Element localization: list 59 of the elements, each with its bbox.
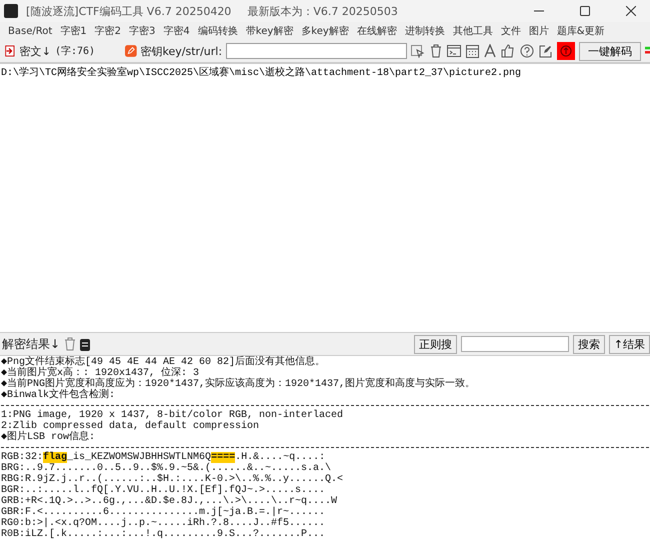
menu-item[interactable]: 在线解密	[352, 24, 401, 38]
menu-item[interactable]: 字密4	[159, 24, 194, 38]
menu-item[interactable]: 字密1	[56, 24, 91, 38]
output-line: ◆Binwalk文件包含检测:	[1, 390, 116, 401]
output-text: .H.&....~q....:	[235, 452, 326, 463]
output-line: RG0:b:>|.<x.q?OM....j..p.~.....iRh.?.8....J..#f5......	[1, 518, 326, 529]
menu-item[interactable]: Base/Rot	[4, 26, 56, 36]
menu-item[interactable]: 图片	[524, 24, 553, 38]
menu-item[interactable]: 编码转换	[194, 24, 242, 38]
output-text: _is_KEZWOMSWJBHHSWTLNM6Q	[67, 452, 212, 463]
close-icon[interactable]	[626, 6, 636, 16]
output-line: ◆当前PNG图片宽度和高度应为：1920*1437,实际应该高度为：1920*1437,图片宽度和高度与实际一致。	[1, 379, 476, 390]
highlighted-text: flag	[43, 452, 68, 463]
terminal-icon[interactable]	[447, 45, 462, 57]
decode-button[interactable]: 一键解码	[579, 42, 641, 60]
menu-item[interactable]: 字密3	[125, 24, 160, 38]
regex-search-button[interactable]: 正则搜	[414, 334, 457, 354]
output-line: GRB:+R<.1Q.>..>..6g.,...&D.$e.8J.,...\.>\....\..r~q....W	[1, 496, 338, 507]
letter-a-icon[interactable]	[484, 44, 496, 58]
calculator-icon[interactable]	[466, 44, 480, 58]
edit-icon[interactable]	[539, 44, 552, 58]
output-line: ◆当前图片宽x高：: 1920x1437, 位深: 3	[1, 368, 200, 379]
output-line: R0B:iLZ.[.k.....:...:...!.q.........9.S...?.......P...	[1, 529, 326, 540]
cursor-icon[interactable]	[411, 44, 426, 58]
output-line: 1:PNG image, 1920 x 1437, 8-bit/color RGB, non-interlaced	[1, 410, 344, 421]
menu-item[interactable]: 其他工具	[448, 24, 497, 38]
menu-item[interactable]: 带key解密	[242, 24, 298, 38]
output-line: BRG:..9.7.......0..5..9..$%.9.~5&.(......&..~.....s.a.\	[1, 463, 332, 474]
highlighted-text: ====	[211, 452, 236, 463]
upload-icon[interactable]	[557, 42, 576, 60]
output-line: BGR:..:.....l..fQ[.Y.VU..H..U.!X.[Ef].fQJ~.>.....s....	[1, 485, 326, 496]
pencil-icon[interactable]	[124, 44, 137, 58]
cipher-label: 密文↓	[20, 44, 51, 58]
import-icon[interactable]	[4, 44, 16, 58]
output-line: ◆图片LSB row信息:	[1, 432, 96, 443]
menu-item[interactable]: 文件	[496, 24, 525, 38]
window-title: [随波逐流]CTF编码工具 V6.7 20250420	[26, 4, 232, 18]
result-button[interactable]: ↑结果	[608, 334, 650, 354]
app-logo-icon	[4, 4, 18, 18]
output-line: GBR:F.<..........6...............m.j[~ja.B.=.|r~......	[1, 507, 326, 518]
output-text: RGB:32:	[1, 452, 44, 463]
search-button[interactable]: 搜索	[572, 334, 605, 354]
update-note: 最新版本为：V6.7 20250503	[247, 4, 398, 18]
menu-item[interactable]: 进制转换	[400, 24, 449, 38]
key-input-field[interactable]	[226, 43, 408, 59]
maximize-icon[interactable]	[580, 6, 590, 16]
menu-item[interactable]: 题库&更新	[552, 24, 609, 38]
trash-icon[interactable]	[430, 44, 442, 58]
search-field[interactable]	[460, 336, 569, 352]
result-label: 解密结果↓	[2, 336, 60, 352]
menu-item[interactable]: 多key解密	[297, 24, 353, 38]
help-icon[interactable]	[520, 44, 534, 58]
char-count: (字:76)	[54, 44, 96, 58]
output-line: RBG:R.9jZ.j..r..(......:..$H.:....K-0.>\..%.%..y......Q.<	[1, 474, 344, 485]
menu-item[interactable]: 字密2	[90, 24, 126, 38]
cipher-text-field[interactable]: D:\学习\TC网络安全实验室wp\ISCC2025\区域赛\misc\逝校之路\attachment-18\part2_37\picture2.png	[0, 63, 650, 332]
thumbs-up-icon[interactable]	[501, 44, 516, 58]
output-line: 2:Zlib compressed data, default compression	[1, 421, 260, 432]
key-label: 密钥key/str/url:	[140, 44, 222, 58]
